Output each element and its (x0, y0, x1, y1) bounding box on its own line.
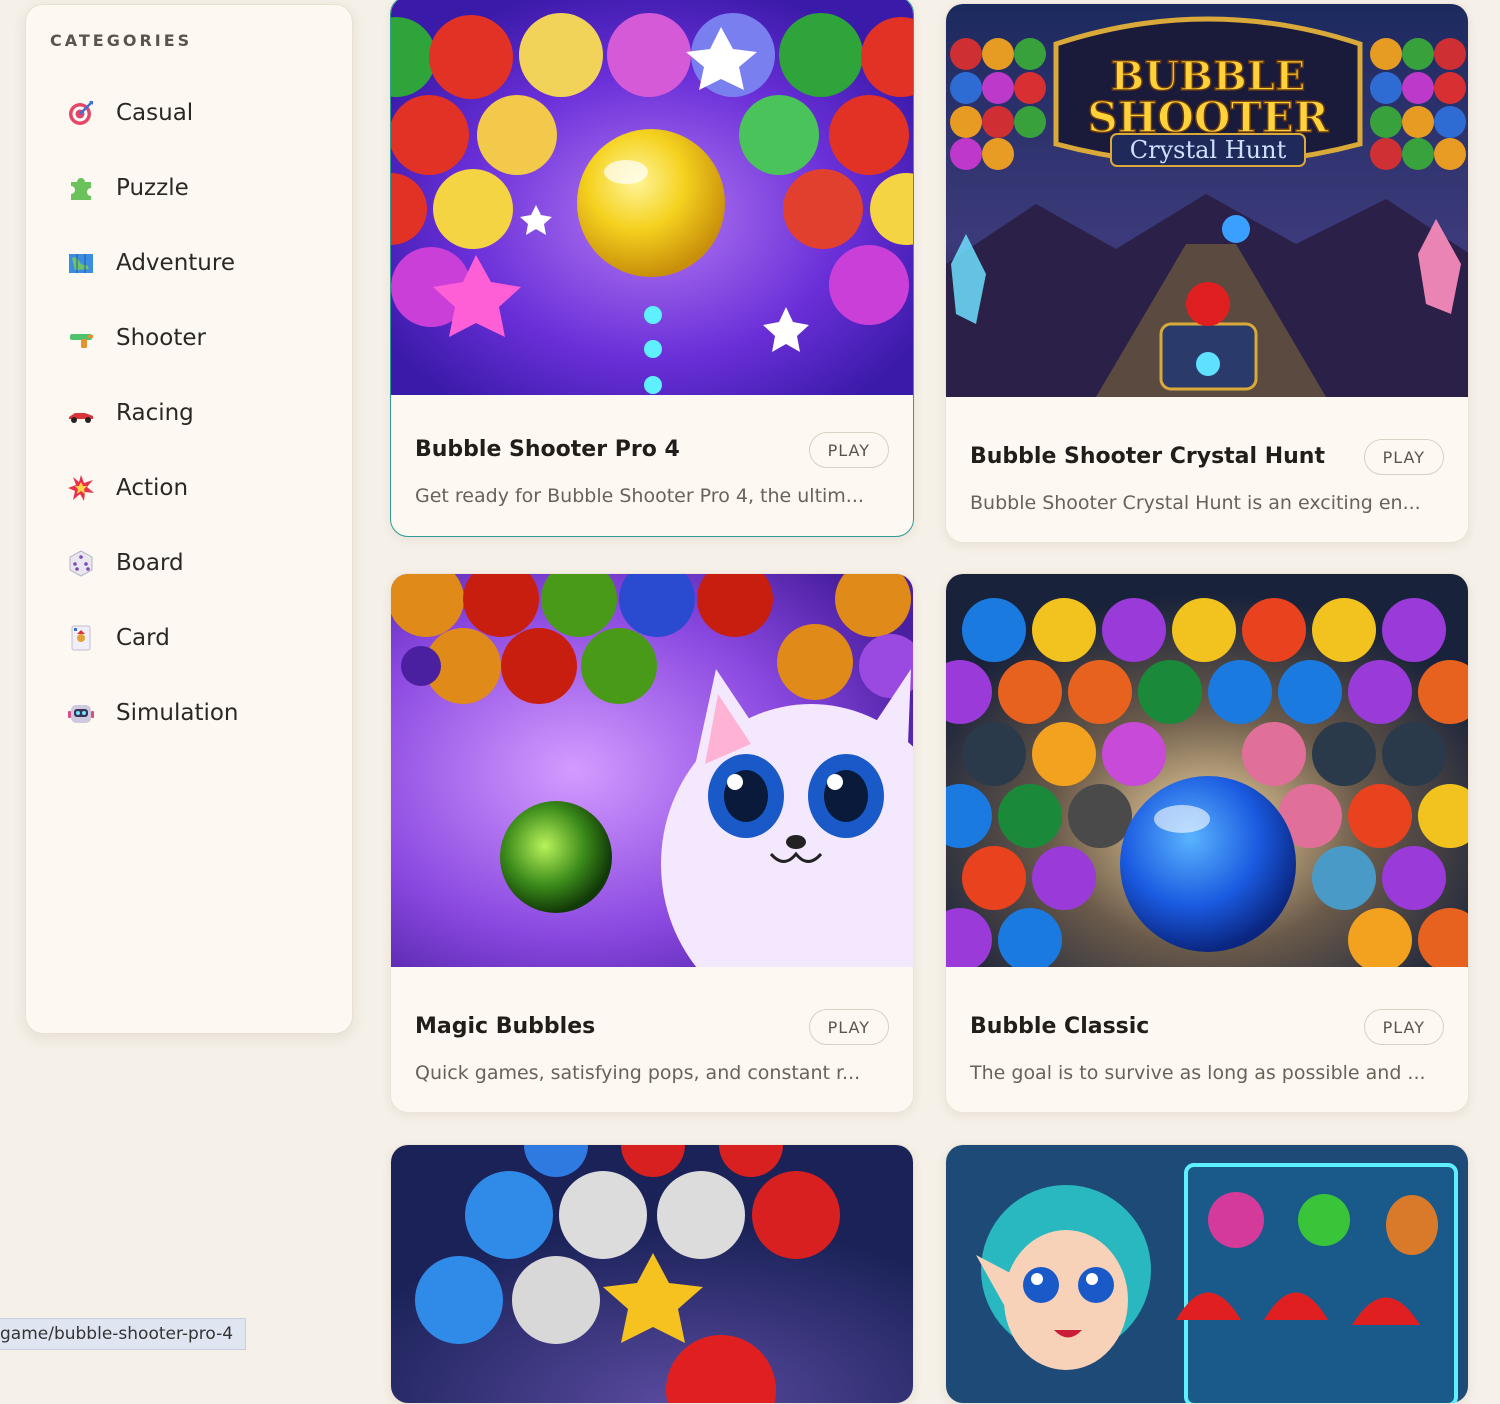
categories-sidebar: CATEGORIES Casual Puzzle Adventure Shoot… (25, 4, 353, 1034)
game-card-bubble-shooter-crystal-hunt[interactable]: BUBBLE SHOOTER Crystal Hunt Bubble Shoot… (945, 3, 1469, 543)
browser-status-url: game/bubble-shooter-pro-4 (0, 1318, 247, 1350)
game-card-bubble-shooter-pro-4[interactable]: Bubble Shooter Pro 4 PLAY Get ready for … (390, 0, 914, 537)
game-thumbnail[interactable] (946, 574, 1468, 967)
dice-icon (64, 546, 98, 580)
race-car-icon (64, 396, 98, 430)
game-title[interactable]: Bubble Shooter Crystal Hunt (970, 444, 1325, 469)
game-card-partial-bubbles[interactable] (390, 1144, 914, 1404)
game-card-partial-fairy[interactable] (945, 1144, 1469, 1404)
sidebar-item-label: Adventure (116, 249, 235, 276)
sidebar-item-label: Board (116, 549, 184, 576)
collision-icon (64, 471, 98, 505)
sidebar-item-label: Racing (116, 399, 194, 426)
game-description: Bubble Shooter Crystal Hunt is an exciti… (970, 492, 1421, 514)
sidebar-item-racing[interactable]: Racing (64, 375, 334, 450)
play-button[interactable]: PLAY (1363, 1009, 1444, 1045)
game-title[interactable]: Bubble Shooter Pro 4 (415, 437, 680, 462)
category-list: Casual Puzzle Adventure Shooter Racing A… (64, 75, 334, 750)
sidebar-item-label: Action (116, 474, 189, 501)
game-title[interactable]: Bubble Classic (970, 1014, 1149, 1039)
game-thumbnail[interactable] (391, 0, 913, 395)
sidebar-item-label: Casual (116, 99, 194, 126)
sidebar-item-simulation[interactable]: Simulation (64, 675, 334, 750)
sidebar-item-board[interactable]: Board (64, 525, 334, 600)
sidebar-item-card[interactable]: Card (64, 600, 334, 675)
sidebar-item-casual[interactable]: Casual (64, 75, 334, 150)
sidebar-item-label: Shooter (116, 324, 206, 351)
play-button[interactable]: PLAY (1363, 439, 1444, 475)
sidebar-item-label: Card (116, 624, 170, 651)
puzzle-piece-icon (64, 171, 98, 205)
game-description: Quick games, satisfying pops, and consta… (415, 1062, 861, 1084)
play-button[interactable]: PLAY (808, 432, 889, 468)
robot-icon (64, 696, 98, 730)
play-button[interactable]: PLAY (808, 1009, 889, 1045)
game-thumbnail[interactable] (946, 1145, 1468, 1403)
map-icon (64, 246, 98, 280)
sidebar-item-puzzle[interactable]: Puzzle (64, 150, 334, 225)
sidebar-item-label: Puzzle (116, 174, 189, 201)
game-description: Get ready for Bubble Shooter Pro 4, the … (415, 485, 864, 507)
sidebar-item-label: Simulation (116, 699, 239, 726)
joker-card-icon (64, 621, 98, 655)
game-card-bubble-classic[interactable]: Bubble Classic PLAY The goal is to survi… (945, 573, 1469, 1113)
dart-target-icon (64, 96, 98, 130)
sidebar-item-adventure[interactable]: Adventure (64, 225, 334, 300)
game-card-magic-bubbles[interactable]: Magic Bubbles PLAY Quick games, satisfyi… (390, 573, 914, 1113)
game-description: The goal is to survive as long as possib… (970, 1062, 1426, 1084)
sidebar-title: CATEGORIES (50, 31, 193, 50)
sidebar-item-shooter[interactable]: Shooter (64, 300, 334, 375)
game-thumbnail[interactable] (391, 574, 913, 967)
game-title[interactable]: Magic Bubbles (415, 1014, 595, 1039)
water-pistol-icon (64, 321, 98, 355)
game-thumbnail[interactable]: BUBBLE SHOOTER Crystal Hunt (946, 4, 1468, 397)
sidebar-item-action[interactable]: Action (64, 450, 334, 525)
logo-text: Crystal Hunt (1130, 136, 1287, 164)
game-thumbnail[interactable] (391, 1145, 913, 1403)
